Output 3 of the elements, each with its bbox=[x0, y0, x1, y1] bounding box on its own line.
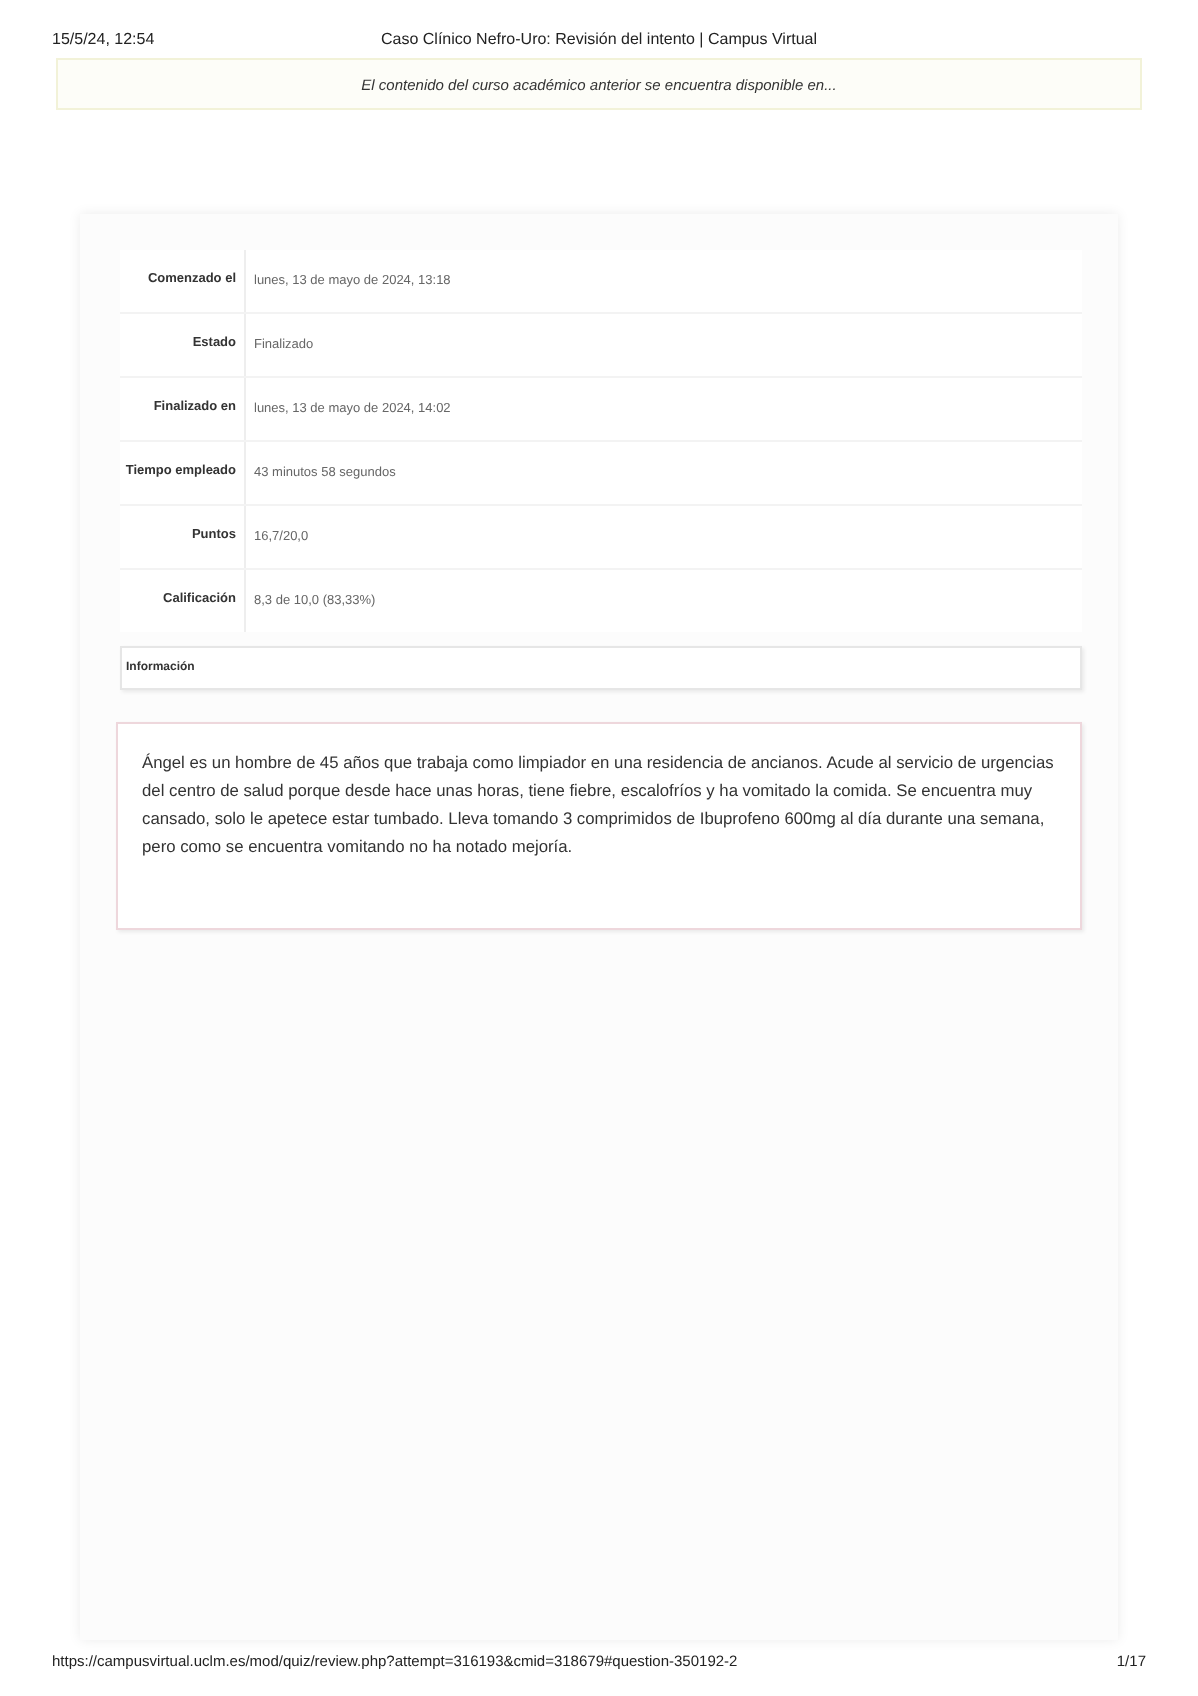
print-date: 15/5/24, 12:54 bbox=[52, 29, 157, 47]
question-text: Ángel es un hombre de 45 años que trabaja como limpiador en una residencia de ancianos. Acude al servicio de urgencias del centro de salud porque desde hace unas horas, tiene fiebre, escalofríos y ha vomitado la comida. Se encuentra muy cansado, solo le apetece estar tumbado. Lleva tomando 3 comprimidos de Ibuprofeno 600mg al día durante una semana, pero como se encuentra vomitando no ha notado mejoría. bbox=[116, 722, 1082, 930]
page-title: Caso Clínico Nefro-Uro: Revisión del intento | Campus Virtual bbox=[378, 29, 820, 47]
